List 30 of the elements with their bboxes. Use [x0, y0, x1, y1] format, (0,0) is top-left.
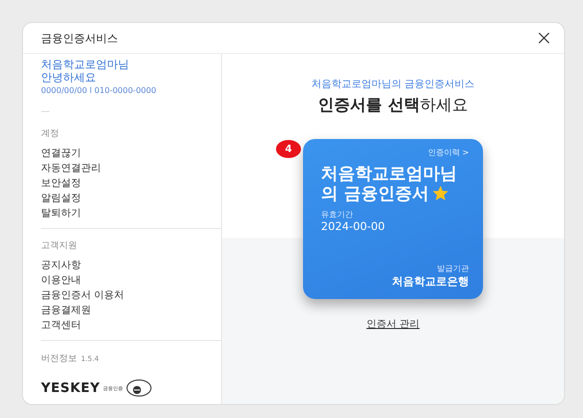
subtitle: 처음학교로엄마님의 금융인증서비스 — [311, 78, 475, 91]
close-icon[interactable] — [538, 32, 550, 44]
menu-item[interactable]: 연결끊기 — [41, 146, 81, 161]
certificate-card[interactable]: 인증이력 > 처음학교로엄마님의 금융인증서 유효기간 2024-00-00 발급기관 처음학교로은행 — [303, 139, 483, 299]
menu-item[interactable]: 이용안내 — [41, 273, 81, 288]
certificate-title: 처음학교로엄마님의 금융인증서 — [321, 164, 458, 204]
greeting: 안녕하세요 — [41, 71, 97, 84]
menu-item[interactable]: 공지사항 — [41, 258, 81, 273]
user-name: 처음학교로엄마님 — [41, 58, 130, 71]
manage-link[interactable]: 인증서 관리 — [366, 317, 420, 331]
trust-seal-icon — [126, 379, 152, 397]
menu-item[interactable]: 탈퇴하기 — [41, 206, 81, 221]
menu-item[interactable]: 금융인증서 이용처 — [41, 288, 124, 303]
heading: 인증서를 선택하세요 — [318, 95, 468, 116]
user-info: 0000/00/00 l 010-0000-0000 — [41, 86, 158, 95]
issuer-name: 처음학교로은행 — [392, 274, 469, 289]
count-badge: 4 — [276, 140, 301, 158]
window-title: 금융인증서비스 — [41, 30, 118, 46]
validity-label: 유효기간 — [321, 209, 354, 220]
version-label: 버전정보 — [41, 353, 77, 365]
section-title: 계정 — [41, 128, 60, 140]
menu-item[interactable]: 금융결제원 고객센터 — [41, 303, 91, 333]
issuer-label: 발급기관 — [437, 263, 469, 274]
dash-mark: — — [41, 107, 51, 117]
menu-item[interactable]: 보안설정 — [41, 176, 81, 191]
section-title: 고객지원 — [41, 240, 78, 252]
brand-logo: YESKEY — [41, 380, 100, 396]
validity-date: 2024-00-00 — [321, 220, 386, 233]
menu-item[interactable]: 자동연결관리 — [41, 161, 101, 176]
menu-item[interactable]: 알림설정 — [41, 191, 81, 206]
